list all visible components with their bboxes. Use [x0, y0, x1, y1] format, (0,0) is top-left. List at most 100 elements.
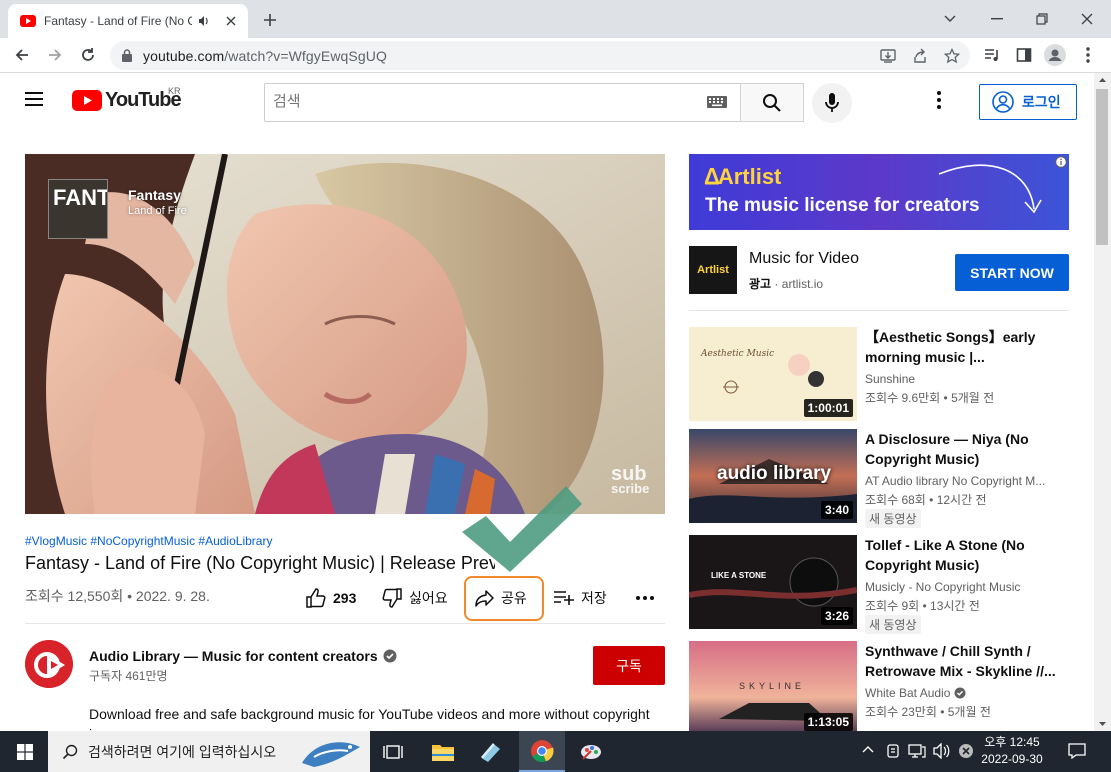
ad-banner[interactable]: ΔArtlist The music license for creators [689, 154, 1069, 230]
checkmark-annotation-icon [462, 486, 584, 572]
bookmark-star-icon[interactable] [942, 46, 962, 66]
profile-icon[interactable] [1042, 42, 1068, 68]
browser-toolbar: youtube.com/watch?v=WfgyEwqSgUQ [0, 38, 1111, 73]
subscriber-count: 구독자 461만명 [89, 669, 168, 683]
new-video-badge: 새 동영상 [865, 615, 921, 634]
video-thumbnail[interactable]: SKYLINE 1:13:05 [689, 641, 857, 735]
thumbs-up-icon [306, 588, 326, 608]
video-thumbnail[interactable]: LIKE A STONE 3:26 [689, 535, 857, 629]
share-page-icon[interactable] [910, 46, 930, 66]
search-icon [763, 93, 781, 112]
show-hidden-icons[interactable] [862, 743, 874, 757]
settings-more-icon[interactable] [937, 91, 941, 109]
channel-name[interactable]: Musicly - No Copyright Music [865, 580, 1061, 594]
search-highlight-image [302, 742, 360, 767]
start-now-button[interactable]: START NOW [955, 254, 1069, 291]
video-duration: 1:00:01 [803, 399, 853, 417]
video-title[interactable]: Synthwave / Chill Synth / Retrowave Mix … [865, 641, 1061, 681]
install-app-icon[interactable] [878, 46, 898, 66]
channel-name[interactable]: Audio Library — Music for content creato… [89, 648, 397, 664]
minimize-icon[interactable] [984, 6, 1010, 32]
file-explorer-icon[interactable] [420, 731, 466, 772]
hamburger-menu-icon[interactable] [24, 91, 44, 107]
media-controls-icon[interactable] [979, 42, 1005, 68]
recommendation-item[interactable]: LIKE A STONE 3:26 Tollef - Like A Stone … [689, 535, 1069, 634]
page-scrollbar[interactable] [1094, 73, 1111, 731]
search-button[interactable] [740, 83, 804, 122]
video-thumbnail[interactable]: audio library 3:40 [689, 429, 857, 523]
youtube-logo[interactable]: YouTube KR [72, 86, 182, 112]
restore-icon[interactable] [1029, 6, 1055, 32]
ad-logo[interactable]: Artlist [689, 246, 737, 294]
video-title[interactable]: Tollef - Like A Stone (No Copyright Musi… [865, 535, 1061, 575]
tab-search-icon[interactable] [937, 6, 963, 32]
more-actions-icon[interactable] [636, 584, 654, 612]
video-duration: 3:26 [820, 607, 853, 625]
channel-name[interactable]: White Bat Audio [865, 686, 1061, 700]
thumbs-down-icon [382, 588, 402, 608]
new-tab-icon[interactable] [258, 8, 282, 32]
share-button[interactable]: 공유 [473, 584, 527, 612]
ad-info-icon[interactable] [1055, 156, 1067, 168]
login-button[interactable]: 로그인 [979, 84, 1077, 120]
dislike-button[interactable]: 싫어요 [381, 584, 448, 612]
subscribe-watermark[interactable]: sub scribe [611, 464, 649, 495]
channel-avatar[interactable] [25, 640, 73, 688]
channel-name[interactable]: Sunshine [865, 372, 1061, 386]
keyboard-icon[interactable] [707, 96, 727, 108]
divider [25, 623, 665, 624]
save-button[interactable]: 저장 [553, 584, 607, 612]
browser-tab-strip: Fantasy - Land of Fire (No Copyright Mus… [0, 0, 1111, 38]
clock-time: 오후 12:45 [984, 735, 1040, 749]
video-title[interactable]: A Disclosure — Niya (No Copyright Music) [865, 429, 1061, 469]
like-count: 293 [333, 590, 357, 606]
video-title[interactable]: 【Aesthetic Songs】early morning music |..… [865, 327, 1061, 367]
chrome-menu-icon[interactable] [1075, 42, 1101, 68]
paint-app-icon[interactable] [568, 731, 614, 772]
scrollbar-thumb[interactable] [1096, 89, 1108, 245]
recommendation-item[interactable]: audio library 3:40 A Disclosure — Niya (… [689, 429, 1069, 528]
tab-title: Fantasy - Land of Fire (No Copyright Mus… [44, 14, 192, 28]
taskbar-search[interactable]: 검색하려면 여기에 입력하십시오 [48, 731, 370, 772]
like-button[interactable]: 293 [305, 584, 356, 612]
forward-icon[interactable] [42, 42, 68, 68]
search-box[interactable] [264, 83, 741, 122]
task-view-icon[interactable] [370, 731, 416, 772]
speaker-icon[interactable] [198, 15, 210, 27]
video-meta: 조회수 23만회 • 5개월 전 [865, 705, 991, 719]
system-tray-icon[interactable] [886, 743, 900, 759]
channel-name[interactable]: AT Audio library No Copyright M... [865, 474, 1061, 488]
search-input[interactable] [273, 93, 693, 110]
browser-tab[interactable]: Fantasy - Land of Fire (No Copyright Mus… [8, 4, 248, 38]
recommendation-item[interactable]: SKYLINE 1:13:05 Synthwave / Chill Synth … [689, 641, 1069, 735]
recommendation-item[interactable]: Aesthetic Music 1:00:01 【Aesthetic Songs… [689, 327, 1069, 421]
back-icon[interactable] [9, 42, 35, 68]
lock-icon[interactable] [122, 49, 132, 62]
video-title: Fantasy - Land of Fire (No Copyright Mus… [25, 553, 495, 573]
clock-date: 2022-09-30 [981, 752, 1043, 766]
ad-title[interactable]: Music for Video [749, 250, 859, 268]
subscribe-button[interactable]: 구독 [593, 646, 665, 685]
video-meta: 조회수 9회 • 13시간 전 [865, 599, 980, 613]
voice-search-button[interactable] [812, 83, 852, 123]
notification-center-icon[interactable] [1068, 743, 1086, 759]
chrome-taskbar-icon[interactable] [519, 731, 565, 772]
overlay-thumbnail: FANTASY [48, 179, 108, 239]
notepad-app-icon[interactable] [468, 731, 514, 772]
reload-icon[interactable] [75, 42, 101, 68]
scroll-down-icon[interactable] [1094, 717, 1111, 731]
address-bar[interactable]: youtube.com/watch?v=WfgyEwqSgUQ [110, 41, 970, 70]
close-window-icon[interactable] [1074, 6, 1100, 32]
youtube-play-icon [72, 90, 102, 111]
video-thumbnail[interactable]: Aesthetic Music 1:00:01 [689, 327, 857, 421]
video-player[interactable]: FANTASY Fantasy Land of Fire subscribe [25, 154, 665, 514]
close-tab-icon[interactable] [222, 12, 240, 30]
scroll-up-icon[interactable] [1094, 73, 1111, 87]
volume-icon[interactable] [933, 743, 951, 759]
taskbar-clock[interactable]: 오후 12:45 2022-09-30 [972, 734, 1052, 768]
playlist-add-icon [554, 591, 574, 605]
side-panel-icon[interactable] [1011, 42, 1037, 68]
network-icon[interactable] [908, 743, 926, 759]
windows-start-icon[interactable] [2, 731, 48, 772]
hashtags[interactable]: #VlogMusic #NoCopyrightMusic #AudioLibra… [25, 534, 272, 548]
